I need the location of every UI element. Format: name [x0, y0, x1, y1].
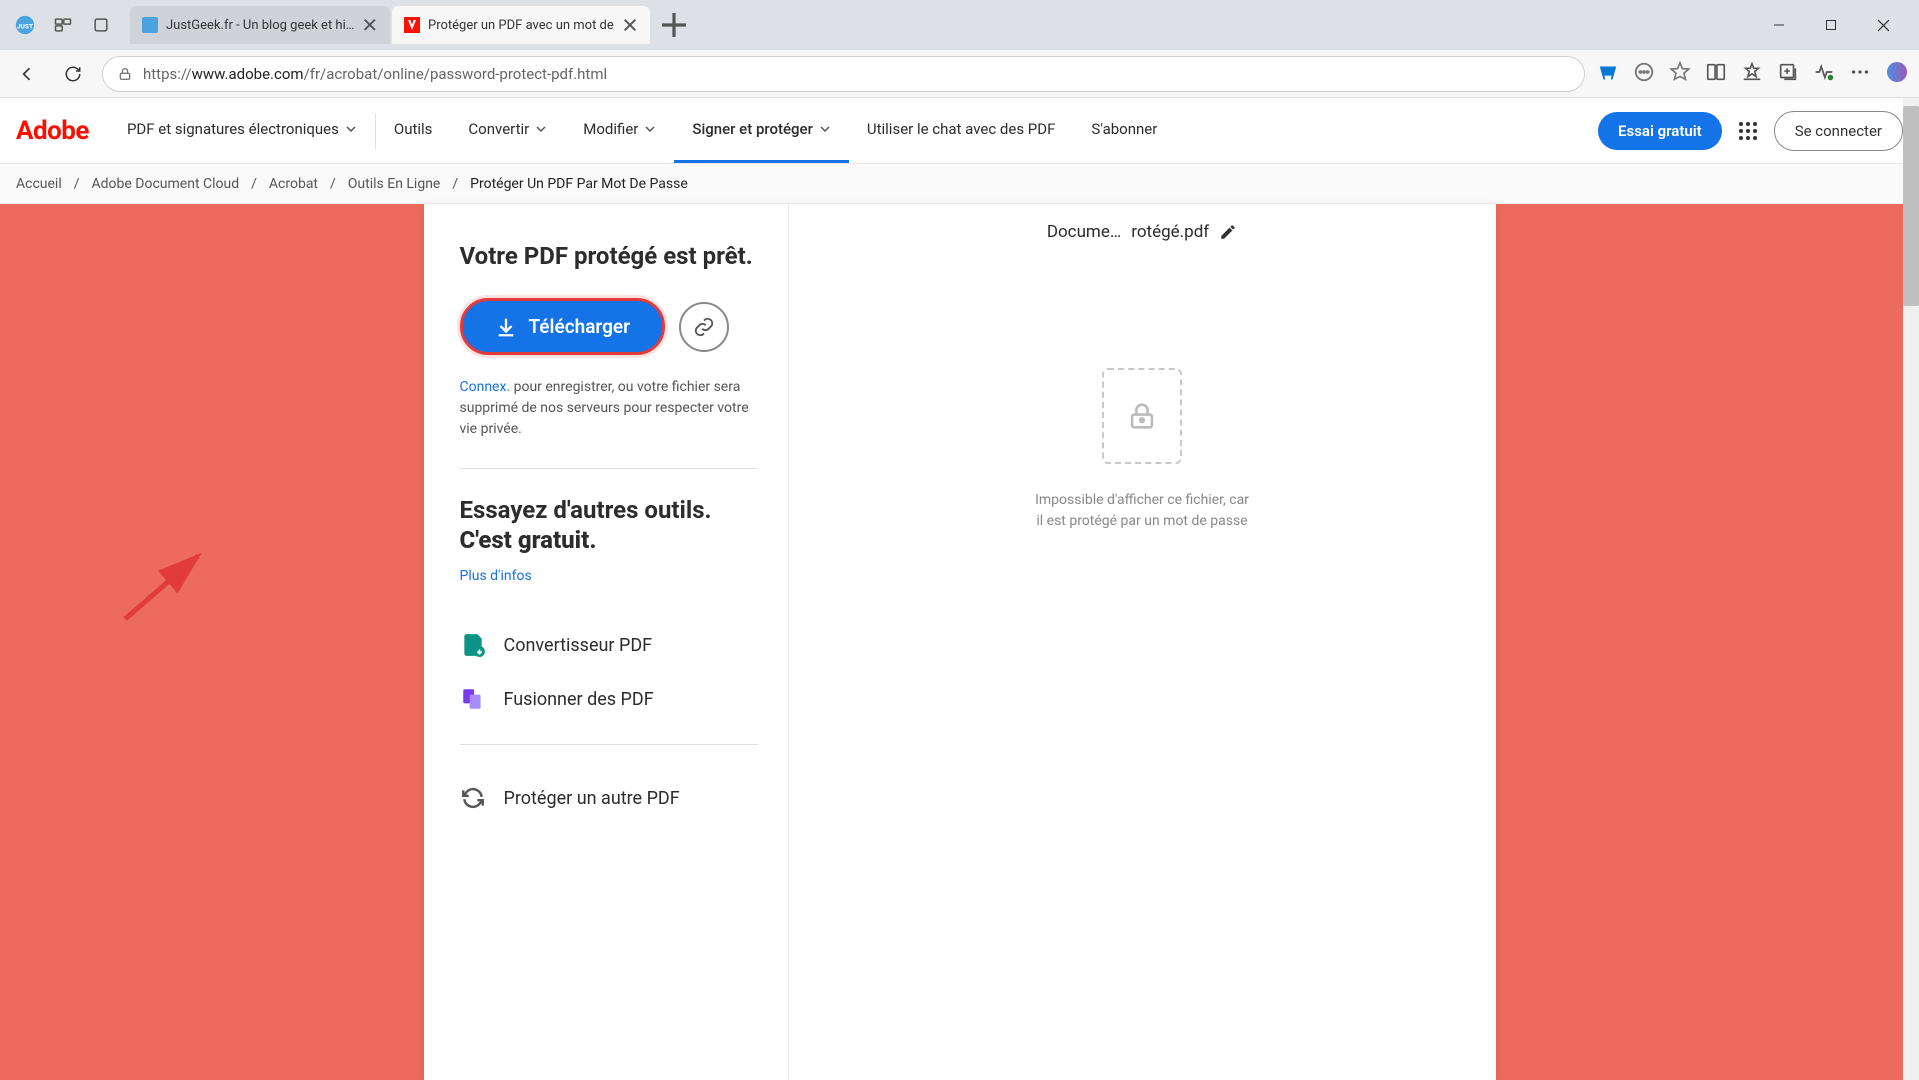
left-panel: Votre PDF protégé est prêt. Télécharger … — [424, 204, 789, 1080]
filename-part: Docume… — [1047, 222, 1121, 242]
close-window-button[interactable] — [1863, 9, 1903, 41]
more-info-icon[interactable] — [1633, 61, 1655, 87]
tabs: JustGeek.fr - Un blog geek et high Proté… — [130, 6, 1755, 44]
link-icon — [693, 316, 715, 338]
download-label: Télécharger — [529, 315, 630, 338]
again-label: Protéger un autre PDF — [504, 788, 680, 809]
chevron-down-icon — [535, 123, 547, 135]
collections-icon[interactable] — [1777, 61, 1799, 87]
maximize-button[interactable] — [1811, 9, 1851, 41]
favorite-icon[interactable] — [1669, 61, 1691, 87]
tab-title: Protéger un PDF avec un mot de — [428, 18, 614, 33]
lock-icon — [117, 66, 133, 82]
favorites-bar-icon[interactable] — [1741, 61, 1763, 87]
main-nav: PDF et signatures électroniques Outils C… — [109, 98, 1175, 163]
tool-label: Convertisseur PDF — [504, 635, 653, 656]
download-button[interactable]: Télécharger — [460, 298, 665, 355]
login-button[interactable]: Se connecter — [1774, 111, 1903, 151]
breadcrumb: Accueil/ Adobe Document Cloud/ Acrobat/ … — [0, 164, 1919, 204]
divider — [460, 744, 758, 745]
breadcrumb-item[interactable]: Accueil — [16, 176, 62, 192]
back-button[interactable] — [10, 57, 44, 91]
profile-icon[interactable]: JUST — [8, 8, 42, 42]
button-row: Télécharger — [460, 298, 758, 355]
nav-modifier[interactable]: Modifier — [565, 98, 674, 163]
tab-actions-icon[interactable] — [84, 8, 118, 42]
panel-title: Votre PDF protégé est prêt. — [460, 242, 758, 270]
edit-icon[interactable] — [1219, 223, 1237, 241]
preview-message: Impossible d'afficher ce fichier, car il… — [1032, 490, 1252, 532]
split-screen-icon[interactable] — [1705, 61, 1727, 87]
url-bar[interactable]: https://www.adobe.com/fr/acrobat/online/… — [102, 56, 1585, 92]
close-icon[interactable] — [362, 17, 378, 33]
content-card: Votre PDF protégé est prêt. Télécharger … — [424, 204, 1496, 1080]
page-scrollbar[interactable] — [1903, 98, 1919, 1080]
chevron-down-icon — [644, 123, 656, 135]
pdf-merge-icon — [460, 686, 486, 712]
tab-title: JustGeek.fr - Un blog geek et high — [166, 18, 354, 33]
scrollbar-thumb[interactable] — [1903, 106, 1919, 306]
divider — [460, 468, 758, 469]
protect-another-button[interactable]: Protéger un autre PDF — [460, 771, 758, 825]
chevron-down-icon — [819, 123, 831, 135]
copilot-icon[interactable] — [1885, 60, 1909, 88]
filename-part: rotégé.pdf — [1131, 222, 1209, 242]
main-area: Votre PDF protégé est prêt. Télécharger … — [0, 204, 1919, 1080]
more-info-link[interactable]: Plus d'infos — [460, 568, 532, 584]
header-right: Essai gratuit Se connecter — [1598, 111, 1903, 151]
login-link[interactable]: Connex. — [460, 379, 511, 395]
site-header: Adobe PDF et signatures électroniques Ou… — [0, 98, 1919, 164]
breadcrumb-item[interactable]: Outils En Ligne — [348, 176, 441, 192]
svg-text:JUST: JUST — [17, 22, 33, 30]
nav-outils[interactable]: Outils — [376, 98, 451, 163]
locked-preview-icon — [1102, 368, 1182, 464]
toolbar-right — [1597, 60, 1909, 88]
refresh-button[interactable] — [56, 57, 90, 91]
tab-adobe[interactable]: Protéger un PDF avec un mot de — [392, 6, 650, 44]
share-link-button[interactable] — [679, 302, 729, 352]
trial-button[interactable]: Essai gratuit — [1598, 112, 1722, 150]
nav-signer-proteger[interactable]: Signer et protéger — [674, 98, 849, 163]
info-text: Connex. pour enregistrer, ou votre fichi… — [460, 377, 758, 440]
tool-convertisseur[interactable]: Convertisseur PDF — [460, 618, 758, 672]
address-bar-row: https://www.adobe.com/fr/acrobat/online/… — [0, 50, 1919, 98]
nav-chat-pdf[interactable]: Utiliser le chat avec des PDF — [849, 98, 1074, 163]
download-icon — [495, 316, 517, 338]
close-icon[interactable] — [622, 17, 638, 33]
window-controls — [1759, 9, 1911, 41]
lock-icon — [1125, 399, 1159, 433]
url-text: https://www.adobe.com/fr/acrobat/online/… — [143, 65, 607, 83]
refresh-icon — [460, 785, 486, 811]
filename-row[interactable]: Docume… rotégé.pdf — [1037, 216, 1247, 248]
favicon-icon — [404, 17, 420, 33]
preview-panel: Docume… rotégé.pdf Impossible d'afficher… — [789, 204, 1496, 1080]
tool-fusionner[interactable]: Fusionner des PDF — [460, 672, 758, 726]
menu-icon[interactable] — [1849, 61, 1871, 87]
shopping-icon[interactable] — [1597, 61, 1619, 87]
breadcrumb-item[interactable]: Acrobat — [269, 176, 318, 192]
new-tab-button[interactable] — [658, 9, 690, 41]
pdf-convert-icon — [460, 632, 486, 658]
wellness-icon[interactable] — [1813, 61, 1835, 87]
tool-label: Fusionner des PDF — [504, 689, 654, 710]
nav-abonner[interactable]: S'abonner — [1073, 98, 1175, 163]
breadcrumb-item[interactable]: Adobe Document Cloud — [92, 176, 240, 192]
minimize-button[interactable] — [1759, 9, 1799, 41]
workspaces-icon[interactable] — [46, 8, 80, 42]
apps-grid-icon[interactable] — [1736, 119, 1760, 143]
breadcrumb-current: Protéger Un PDF Par Mot De Passe — [470, 176, 688, 192]
nav-convertir[interactable]: Convertir — [450, 98, 565, 163]
adobe-logo[interactable]: Adobe — [16, 116, 89, 146]
nav-pdf-signatures[interactable]: PDF et signatures électroniques — [109, 98, 375, 163]
annotation-arrow — [120, 544, 220, 624]
tab-justgeek[interactable]: JustGeek.fr - Un blog geek et high — [130, 6, 390, 44]
favicon-icon — [142, 17, 158, 33]
chevron-down-icon — [345, 123, 357, 135]
browser-tab-bar: JUST JustGeek.fr - Un blog geek et high … — [0, 0, 1919, 50]
subtitle: Essayez d'autres outils. C'est gratuit. — [460, 495, 758, 555]
